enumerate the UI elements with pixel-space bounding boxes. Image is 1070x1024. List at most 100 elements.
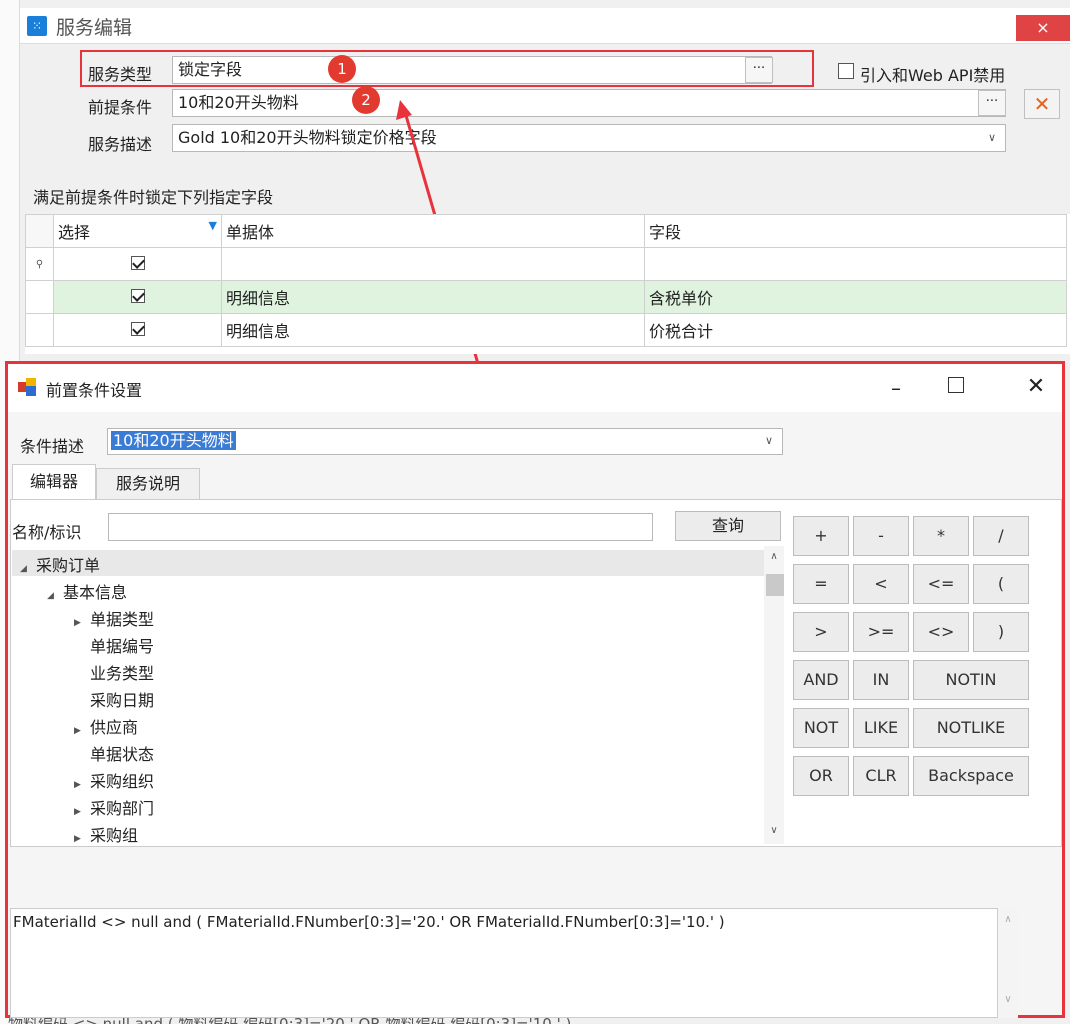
dialog-title: 前置条件设置 [46, 381, 143, 400]
tree-item-label: 采购部门 [90, 799, 155, 818]
operator-button[interactable]: + [793, 516, 849, 556]
expression-scrollbar[interactable]: ∧ ∨ [998, 908, 1018, 1018]
operator-button[interactable]: * [913, 516, 969, 556]
filter-row-entity[interactable] [221, 247, 645, 281]
operator-button[interactable]: LIKE [853, 708, 909, 748]
dialog-close-icon[interactable]: ✕ [1018, 372, 1054, 402]
collapsed-triangle-icon[interactable]: ▶ [74, 726, 90, 736]
scroll-down-icon[interactable]: ∨ [766, 824, 782, 838]
tree-item-label: 采购组 [90, 826, 139, 845]
cond-desc-label: 条件描述 [20, 437, 85, 456]
tree-item[interactable]: 采购日期 [74, 687, 154, 711]
row-checkbox[interactable] [130, 288, 145, 303]
filter-row-field[interactable] [644, 247, 1067, 281]
operator-button[interactable]: ( [973, 564, 1029, 604]
operator-button[interactable]: AND [793, 660, 849, 700]
operator-button[interactable]: < [853, 564, 909, 604]
row-checkbox[interactable] [130, 321, 145, 336]
cond-desc-selected-text: 10和20开头物料 [111, 431, 236, 450]
section-title: 满足前提条件时锁定下列指定字段 [33, 188, 274, 207]
operator-button[interactable]: ) [973, 612, 1029, 652]
row-entity-cell[interactable]: 明细信息 [221, 313, 645, 347]
expression-textarea[interactable]: FMaterialId <> null and ( FMaterialId.FN… [10, 908, 998, 1018]
row-field-cell[interactable]: 含税单价 [644, 280, 1067, 314]
tab-editor[interactable]: 编辑器 [12, 464, 96, 500]
tree-item-label: 采购日期 [90, 691, 155, 710]
filter-checkbox[interactable] [130, 255, 145, 270]
collapsed-triangle-icon[interactable]: ▶ [74, 834, 90, 844]
row-select-cell[interactable] [53, 313, 222, 347]
filter-row-pin-icon: ⚲ [25, 247, 54, 281]
expression-scroll-down-icon[interactable]: ∨ [1000, 994, 1016, 1008]
operator-button[interactable]: <> [913, 612, 969, 652]
tree-item[interactable]: ▶ 采购部门 [74, 795, 154, 819]
tree-item[interactable]: ◢ 采购订单 [20, 552, 100, 576]
tree-item[interactable]: ◢ 基本信息 [47, 579, 127, 603]
cond-desc-chevron-icon[interactable]: ∨ [758, 430, 780, 452]
tree-item-label: 供应商 [90, 718, 139, 737]
operator-button[interactable]: >= [853, 612, 909, 652]
collapsed-triangle-icon[interactable]: ▶ [74, 780, 90, 790]
tree-item[interactable]: 单据状态 [74, 741, 154, 765]
grid-header-select[interactable]: 选择 ▼ [53, 214, 222, 248]
table-row[interactable]: 明细信息 价税合计 [25, 313, 1067, 347]
tree-item[interactable]: ▶ 采购组 [74, 822, 138, 846]
scroll-up-icon[interactable]: ∧ [766, 550, 782, 564]
operator-button[interactable]: - [853, 516, 909, 556]
expanded-triangle-icon[interactable]: ◢ [20, 564, 36, 574]
row-entity-cell[interactable]: 明细信息 [221, 280, 645, 314]
cond-desc-field[interactable]: 10和20开头物料 [107, 428, 783, 455]
filter-row-select[interactable] [53, 247, 222, 281]
collapsed-triangle-icon[interactable]: ▶ [74, 618, 90, 628]
dialog-app-icon [18, 378, 36, 396]
tree-scrollbar[interactable]: ∧ ∨ [764, 546, 784, 844]
tree-item-label: 基本信息 [63, 583, 128, 602]
tree-item[interactable]: ▶ 单据类型 [74, 606, 154, 630]
filter-icon[interactable]: ▼ [209, 219, 217, 232]
locked-fields-grid: 选择 ▼ 单据体 字段 ⚲ 明细信息 含税单价 明细信息 价税合计 [25, 214, 1067, 347]
tree-item[interactable]: ▶ 供应商 [74, 714, 138, 738]
name-search-input[interactable] [108, 513, 653, 541]
scroll-thumb[interactable] [766, 574, 784, 596]
operator-button[interactable]: > [793, 612, 849, 652]
tree-item[interactable]: ▶ 采购组织 [74, 768, 154, 792]
row-indicator [25, 313, 54, 347]
operator-button[interactable]: NOTIN [913, 660, 1029, 700]
tree-selected-row [12, 550, 764, 576]
operator-button[interactable]: CLR [853, 756, 909, 796]
bottom-expression-text: 物料编码 <> null and ( 物料编码.编码[0:3]='20.' OR… [8, 1018, 1058, 1024]
minimize-icon[interactable]: – [878, 374, 914, 402]
expanded-triangle-icon[interactable]: ◢ [47, 591, 63, 601]
field-tree[interactable]: ◢ 采购订单 ◢ 基本信息 ▶ 单据类型 单据编号 业务类型 采购日期 ▶ 供应商 单据状态 ▶ 采购组织… [12, 546, 784, 846]
tab-service-help[interactable]: 服务说明 [96, 468, 200, 500]
operator-button[interactable]: NOTLIKE [913, 708, 1029, 748]
table-row[interactable]: 明细信息 含税单价 [25, 280, 1067, 314]
name-label: 名称/标识 [12, 523, 82, 542]
expression-scroll-up-icon[interactable]: ∧ [1000, 914, 1016, 928]
operator-button[interactable]: OR [793, 756, 849, 796]
operator-button[interactable]: = [793, 564, 849, 604]
maximize-icon[interactable] [948, 377, 964, 393]
grid-header-field[interactable]: 字段 [644, 214, 1067, 248]
tree-item-label: 采购组织 [90, 772, 155, 791]
dialog-titlebar: 前置条件设置 – ✕ [8, 364, 1062, 412]
operator-button[interactable]: NOT [793, 708, 849, 748]
operator-button[interactable]: <= [913, 564, 969, 604]
tree-item[interactable]: 单据编号 [74, 633, 154, 657]
tree-item[interactable]: 业务类型 [74, 660, 154, 684]
operator-button[interactable]: / [973, 516, 1029, 556]
tree-item-label: 单据编号 [90, 637, 155, 656]
grid-corner [25, 214, 54, 248]
query-button[interactable]: 查询 [675, 511, 781, 541]
operator-button[interactable]: Backspace [913, 756, 1029, 796]
row-select-cell[interactable] [53, 280, 222, 314]
grid-header-entity[interactable]: 单据体 [221, 214, 645, 248]
service-edit-window: ⁙ 服务编辑 × 服务类型 锁定字段 ··· 1 引入和Web API禁用 前提… [0, 0, 1070, 1024]
row-field-cell[interactable]: 价税合计 [644, 313, 1067, 347]
tree-item-label: 业务类型 [90, 664, 155, 683]
tree-item-label: 单据类型 [90, 610, 155, 629]
collapsed-triangle-icon[interactable]: ▶ [74, 807, 90, 817]
tree-item-label: 单据状态 [90, 745, 155, 764]
grid-header-label: 选择 [58, 223, 91, 242]
operator-button[interactable]: IN [853, 660, 909, 700]
